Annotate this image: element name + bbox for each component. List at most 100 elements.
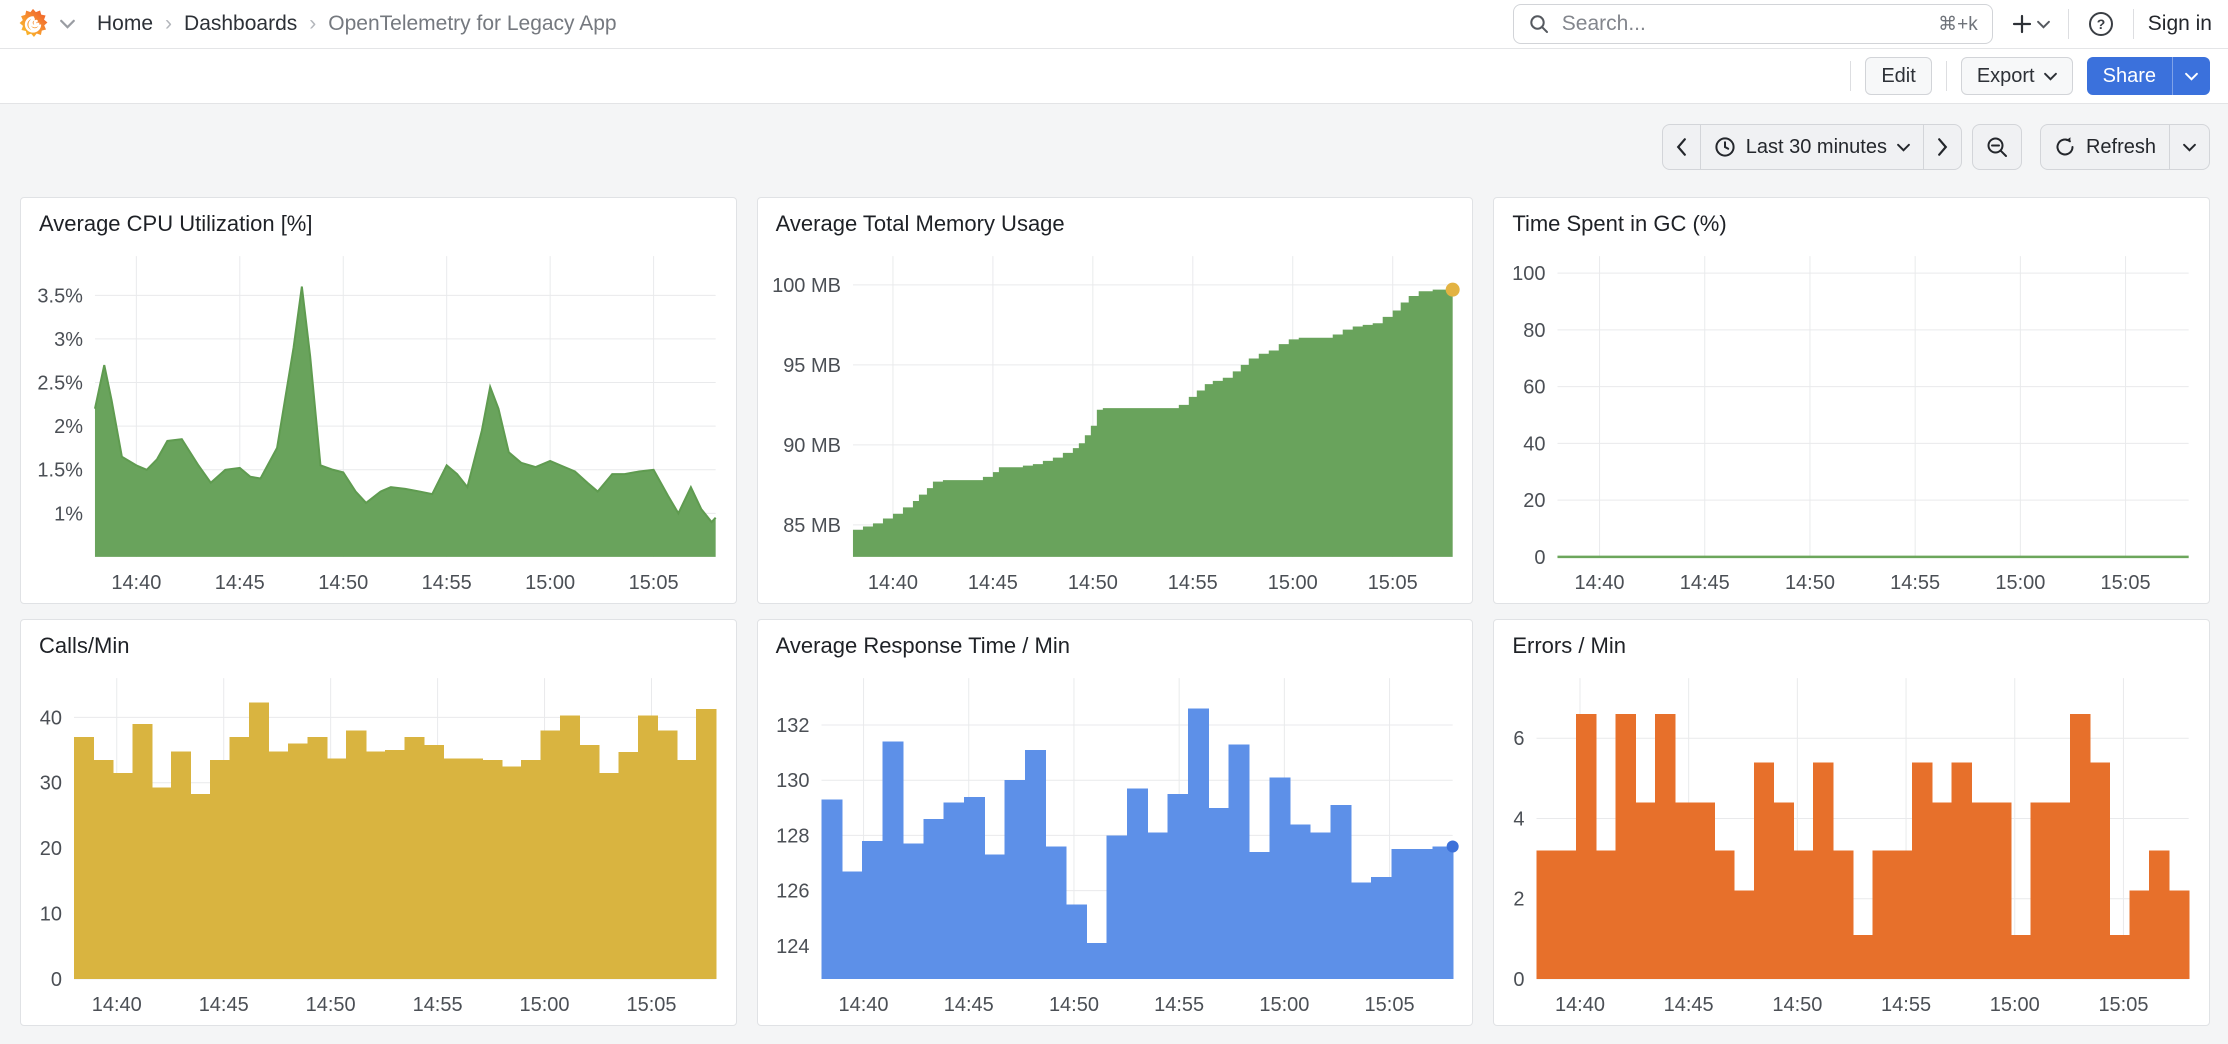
- org-menu-chevron-icon[interactable]: [60, 19, 75, 29]
- navbar: Home › Dashboards › OpenTelemetry for Le…: [0, 0, 2228, 49]
- svg-text:14:50: 14:50: [1773, 994, 1823, 1016]
- svg-text:20: 20: [1524, 490, 1546, 512]
- dashboard-grid: Average CPU Utilization [%] 1%1.5%2%2.5%…: [20, 197, 2210, 1026]
- svg-text:2: 2: [1514, 889, 1525, 911]
- chart-wrap: 01020304014:4014:4514:5014:5515:0015:05: [29, 666, 726, 1019]
- time-forward-button[interactable]: [1923, 125, 1961, 169]
- refresh-button[interactable]: Refresh: [2041, 125, 2169, 169]
- panel-title[interactable]: Average CPU Utilization [%]: [21, 198, 736, 237]
- svg-text:14:45: 14:45: [199, 994, 249, 1016]
- gc-time-chart[interactable]: 02040608010014:4014:4514:5014:5515:0015:…: [1502, 244, 2199, 597]
- refresh-interval-dropdown-button[interactable]: [2169, 125, 2209, 169]
- export-button[interactable]: Export: [1961, 57, 2073, 95]
- svg-text:14:50: 14:50: [1785, 572, 1835, 594]
- svg-text:124: 124: [776, 936, 809, 958]
- svg-text:1%: 1%: [54, 503, 83, 525]
- chevron-down-icon: [1897, 143, 1910, 152]
- svg-text:10: 10: [40, 904, 62, 926]
- panel-title[interactable]: Calls/Min: [21, 620, 736, 659]
- svg-text:14:40: 14:40: [1555, 994, 1605, 1016]
- divider: [2133, 9, 2134, 39]
- help-button[interactable]: ?: [2083, 6, 2119, 42]
- svg-text:40: 40: [1524, 433, 1546, 455]
- search-input[interactable]: [1560, 11, 1928, 37]
- svg-text:0: 0: [1535, 547, 1546, 569]
- breadcrumb-item-home[interactable]: Home: [97, 12, 153, 36]
- svg-text:15:00: 15:00: [1990, 994, 2040, 1016]
- export-button-label: Export: [1977, 65, 2035, 88]
- panel-title[interactable]: Time Spent in GC (%): [1494, 198, 2209, 237]
- panel-cpu-utilization: Average CPU Utilization [%] 1%1.5%2%2.5%…: [20, 197, 737, 604]
- svg-text:14:45: 14:45: [1664, 994, 1714, 1016]
- svg-text:14:40: 14:40: [111, 572, 161, 594]
- panel-title[interactable]: Errors / Min: [1494, 620, 2209, 659]
- svg-text:14:40: 14:40: [868, 572, 918, 594]
- breadcrumb-item-dashboards[interactable]: Dashboards: [184, 12, 297, 36]
- svg-text:14:55: 14:55: [1881, 994, 1931, 1016]
- svg-text:20: 20: [40, 838, 62, 860]
- svg-text:14:50: 14:50: [1049, 994, 1099, 1016]
- memory-usage-chart[interactable]: 85 MB90 MB95 MB100 MB14:4014:4514:5014:5…: [766, 244, 1463, 597]
- svg-text:2%: 2%: [54, 416, 83, 438]
- sign-in-button[interactable]: Sign in: [2148, 12, 2212, 36]
- panel-title[interactable]: Average Response Time / Min: [758, 620, 1473, 659]
- breadcrumb-current-page: OpenTelemetry for Legacy App: [328, 12, 616, 36]
- breadcrumb: Home › Dashboards › OpenTelemetry for Le…: [97, 12, 617, 36]
- chart-wrap: 12412612813013214:4014:4514:5014:5515:00…: [766, 666, 1463, 1019]
- panel-title[interactable]: Average Total Memory Usage: [758, 198, 1473, 237]
- svg-text:14:40: 14:40: [1575, 572, 1625, 594]
- dashboard-content: Last 30 minutes Refresh: [0, 104, 2228, 1026]
- svg-text:14:55: 14:55: [1167, 572, 1217, 594]
- errors-per-min-chart[interactable]: 024614:4014:4514:5014:5515:0015:05: [1502, 666, 2199, 1019]
- refresh-icon: [2054, 136, 2076, 158]
- share-dropdown-button[interactable]: [2172, 57, 2210, 95]
- grafana-logo-icon: [16, 7, 50, 41]
- svg-text:3%: 3%: [54, 329, 83, 351]
- time-back-button[interactable]: [1663, 125, 1700, 169]
- chevron-down-icon: [2037, 20, 2050, 29]
- svg-text:2.5%: 2.5%: [37, 373, 83, 395]
- svg-text:?: ?: [2097, 16, 2106, 32]
- time-controls: Last 30 minutes Refresh: [20, 124, 2210, 170]
- svg-text:126: 126: [776, 881, 809, 903]
- svg-text:90 MB: 90 MB: [783, 435, 841, 457]
- grafana-logo[interactable]: [16, 7, 50, 41]
- cpu-utilization-chart[interactable]: 1%1.5%2%2.5%3%3.5%14:4014:4514:5014:5515…: [29, 244, 726, 597]
- svg-text:132: 132: [776, 715, 809, 737]
- svg-text:85 MB: 85 MB: [783, 515, 841, 537]
- plus-icon: [2011, 13, 2033, 35]
- calls-per-min-chart[interactable]: 01020304014:4014:4514:5014:5515:0015:05: [29, 666, 726, 1019]
- svg-text:14:40: 14:40: [838, 994, 888, 1016]
- panel-errors-per-min: Errors / Min 024614:4014:4514:5014:5515:…: [1493, 619, 2210, 1026]
- svg-text:15:05: 15:05: [2099, 994, 2149, 1016]
- chevron-down-icon: [2183, 143, 2196, 152]
- add-menu-button[interactable]: [2007, 9, 2054, 39]
- search-box[interactable]: ⌘+k: [1513, 4, 1993, 44]
- chart-wrap: 02040608010014:4014:4514:5014:5515:0015:…: [1502, 244, 2199, 597]
- svg-text:14:55: 14:55: [422, 572, 472, 594]
- svg-text:3.5%: 3.5%: [37, 285, 83, 307]
- avg-response-time-chart[interactable]: 12412612813013214:4014:4514:5014:5515:00…: [766, 666, 1463, 1019]
- svg-text:128: 128: [776, 825, 809, 847]
- zoom-out-button[interactable]: [1972, 124, 2022, 170]
- share-button-group: Share: [2087, 57, 2210, 95]
- share-button[interactable]: Share: [2087, 57, 2172, 95]
- svg-text:15:05: 15:05: [629, 572, 679, 594]
- dashboard-toolbar: Edit Export Share: [0, 49, 2228, 104]
- svg-text:14:45: 14:45: [1680, 572, 1730, 594]
- svg-text:40: 40: [40, 707, 62, 729]
- svg-text:15:05: 15:05: [1367, 572, 1417, 594]
- svg-text:100 MB: 100 MB: [772, 275, 841, 297]
- chart-wrap: 85 MB90 MB95 MB100 MB14:4014:4514:5014:5…: [766, 244, 1463, 597]
- svg-text:14:50: 14:50: [1067, 572, 1117, 594]
- svg-text:100: 100: [1512, 263, 1545, 285]
- panel-calls-per-min: Calls/Min 01020304014:4014:4514:5014:551…: [20, 619, 737, 1026]
- search-shortcut: ⌘+k: [1938, 13, 1978, 36]
- edit-button[interactable]: Edit: [1865, 57, 1931, 95]
- question-icon: ?: [2087, 10, 2115, 38]
- chevron-left-icon: [1676, 138, 1687, 156]
- divider: [2068, 9, 2069, 39]
- time-range-button[interactable]: Last 30 minutes: [1700, 125, 1923, 169]
- chart-wrap: 1%1.5%2%2.5%3%3.5%14:4014:4514:5014:5515…: [29, 244, 726, 597]
- refresh-group: Refresh: [2040, 124, 2210, 170]
